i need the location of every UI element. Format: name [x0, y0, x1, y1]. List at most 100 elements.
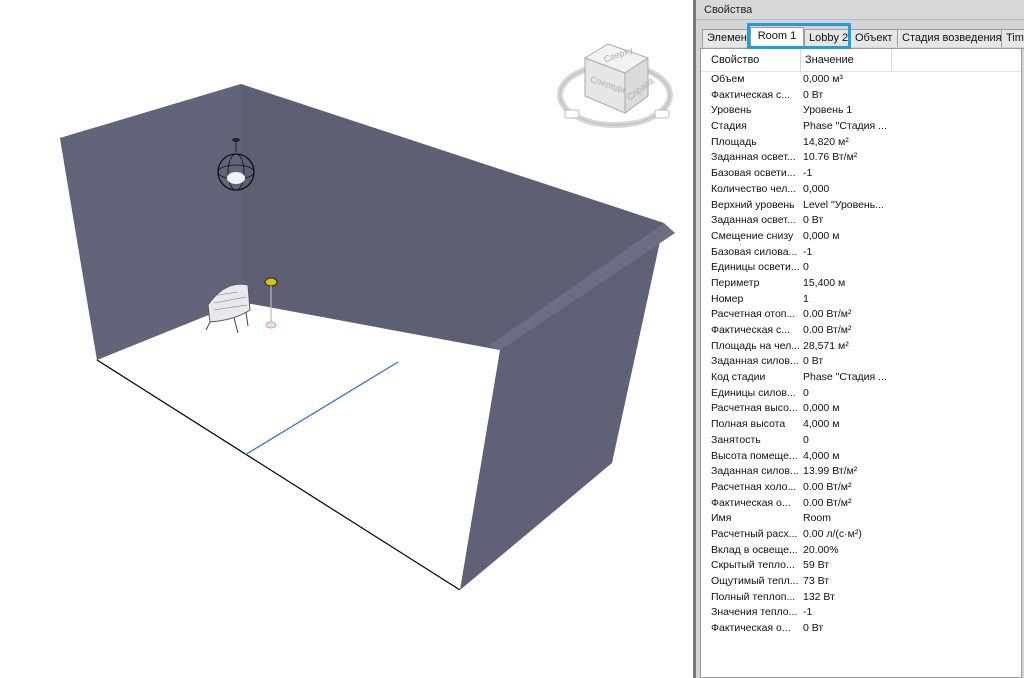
property-value[interactable]: 4,000 м: [803, 450, 891, 462]
property-value[interactable]: Phase "Стадия ...: [803, 371, 891, 383]
property-value[interactable]: 0: [803, 387, 891, 399]
property-value[interactable]: -1: [803, 606, 891, 618]
property-value[interactable]: 1: [803, 293, 891, 305]
property-value[interactable]: 0.00 Вт/м²: [803, 324, 891, 336]
property-row[interactable]: Занятость 0: [701, 434, 1021, 450]
property-row[interactable]: Расчетная холо... 0.00 Вт/м²: [701, 481, 1021, 497]
property-row[interactable]: Код стадии Phase "Стадия ...: [701, 371, 1021, 387]
property-row[interactable]: Фактическая о... 0.00 Вт/м²: [701, 497, 1021, 513]
tab-phase[interactable]: Стадия возведения: [897, 29, 1002, 47]
property-row[interactable]: Периметр 15,400 м: [701, 277, 1021, 293]
view-cube[interactable]: Сверху Спереди Справа: [557, 43, 673, 128]
property-row[interactable]: Площадь на чел... 28,571 м²: [701, 340, 1021, 356]
property-row[interactable]: Фактическая с... 0 Вт: [701, 89, 1021, 105]
property-row[interactable]: Количество чел... 0,000: [701, 183, 1021, 199]
property-row[interactable]: Расчетная отоп... 0.00 Вт/м²: [701, 308, 1021, 324]
property-value[interactable]: 0,000 м: [803, 230, 891, 242]
property-name: Полная высота: [711, 418, 786, 431]
column-separator[interactable]: [891, 49, 892, 71]
tab-lobby-2[interactable]: Lobby 2: [804, 29, 850, 47]
floor[interactable]: [97, 302, 500, 590]
property-row[interactable]: Скрытый тепло... 59 Вт: [701, 559, 1021, 575]
room-model-svg[interactable]: Сверху Спереди Справа: [0, 0, 693, 678]
property-row[interactable]: Фактическая с... 0.00 Вт/м²: [701, 324, 1021, 340]
3d-viewport[interactable]: Сверху Спереди Справа: [0, 0, 693, 678]
property-value[interactable]: 15,400 м: [803, 277, 891, 289]
property-value[interactable]: -1: [803, 167, 891, 179]
properties-grid[interactable]: Свойство Значение Объем 0,000 м³ Фактическ…: [700, 49, 1022, 678]
property-row[interactable]: Заданная силов... 13.99 Вт/м²: [701, 465, 1021, 481]
property-value[interactable]: 0.00 Вт/м²: [803, 481, 891, 493]
property-value[interactable]: Room: [803, 512, 891, 524]
panel-title: Свойства: [696, 0, 1024, 20]
property-name: Смещение снизу: [711, 229, 794, 242]
property-value[interactable]: 14,820 м²: [803, 136, 891, 148]
property-row[interactable]: Площадь 14,820 м²: [701, 136, 1021, 152]
property-row[interactable]: Вклад в освеще... 20.00%: [701, 544, 1021, 560]
property-value[interactable]: Phase "Стадия ...: [803, 120, 891, 132]
property-row[interactable]: Значения тепло... -1: [701, 606, 1021, 622]
property-row[interactable]: Объем 0,000 м³: [701, 73, 1021, 89]
property-value[interactable]: Уровень 1: [803, 104, 891, 116]
property-row[interactable]: Номер 1: [701, 293, 1021, 309]
property-value[interactable]: 0 Вт: [803, 622, 891, 634]
property-value[interactable]: 0,000 м³: [803, 73, 891, 85]
tab-time[interactable]: Time: [1001, 29, 1024, 47]
property-row[interactable]: Расчетный расх... 0.00 л/(с·м²): [701, 528, 1021, 544]
property-row[interactable]: Базовая силова... -1: [701, 246, 1021, 262]
property-name: Код стадии: [711, 371, 766, 384]
property-row[interactable]: Заданная освет... 0 Вт: [701, 214, 1021, 230]
property-row[interactable]: Верхний уровень Level "Уровень...: [701, 199, 1021, 215]
column-header-value[interactable]: Значение: [805, 54, 854, 66]
property-name: Единицы освети...: [711, 261, 799, 274]
tab-room-1[interactable]: Room 1: [750, 27, 804, 49]
property-row[interactable]: Полный теплоп... 132 Вт: [701, 591, 1021, 607]
property-row[interactable]: Смещение снизу 0,000 м: [701, 230, 1021, 246]
property-value[interactable]: 0 Вт: [803, 89, 891, 101]
property-name: Занятость: [711, 433, 761, 446]
property-row[interactable]: Фактическая о... 0 Вт: [701, 622, 1021, 638]
property-value[interactable]: 0.00 л/(с·м²): [803, 528, 891, 540]
property-value[interactable]: -1: [803, 246, 891, 258]
property-value[interactable]: 0 Вт: [803, 355, 891, 367]
property-name: Расчетный расх...: [711, 527, 798, 540]
tab-object[interactable]: Объект: [850, 29, 898, 47]
property-value[interactable]: 10.76 Вт/м²: [803, 151, 891, 163]
property-value[interactable]: 4,000 м: [803, 418, 891, 430]
property-row[interactable]: Стадия Phase "Стадия ...: [701, 120, 1021, 136]
property-value[interactable]: 0.00 Вт/м²: [803, 308, 891, 320]
property-value[interactable]: 73 Вт: [803, 575, 891, 587]
property-row[interactable]: Единицы освети... 0: [701, 261, 1021, 277]
tab-element[interactable]: Элемент: [702, 29, 748, 47]
property-name: Значения тепло...: [711, 606, 798, 619]
property-row[interactable]: Высота помеще... 4,000 м: [701, 450, 1021, 466]
property-value[interactable]: Level "Уровень...: [803, 199, 891, 211]
property-value[interactable]: 0 Вт: [803, 214, 891, 226]
property-row[interactable]: Уровень Уровень 1: [701, 104, 1021, 120]
property-row[interactable]: Заданная освет... 10.76 Вт/м²: [701, 151, 1021, 167]
property-value[interactable]: 28,571 м²: [803, 340, 891, 352]
property-value[interactable]: 0.00 Вт/м²: [803, 497, 891, 509]
property-value[interactable]: 0,000 м: [803, 402, 891, 414]
property-row[interactable]: Единицы силов... 0: [701, 387, 1021, 403]
property-name: Расчетная отоп...: [711, 308, 796, 321]
property-row[interactable]: Расчетная высо... 0,000 м: [701, 402, 1021, 418]
property-name: Фактическая о...: [711, 496, 791, 509]
property-row[interactable]: Заданная силов... 0 Вт: [701, 355, 1021, 371]
column-separator[interactable]: [800, 49, 801, 71]
property-row[interactable]: Полная высота 4,000 м: [701, 418, 1021, 434]
property-name: Высота помеще...: [711, 449, 798, 462]
property-value[interactable]: 59 Вт: [803, 559, 891, 571]
column-header-property[interactable]: Свойство: [711, 54, 759, 66]
property-value[interactable]: 20.00%: [803, 544, 891, 556]
property-value[interactable]: 0: [803, 434, 891, 446]
property-row[interactable]: Базовая освети... -1: [701, 167, 1021, 183]
property-row[interactable]: Имя Room: [701, 512, 1021, 528]
property-row[interactable]: Ощутимый тепл... 73 Вт: [701, 575, 1021, 591]
property-value[interactable]: 0,000: [803, 183, 891, 195]
property-name: Полный теплоп...: [711, 590, 796, 603]
property-value[interactable]: 13.99 Вт/м²: [803, 465, 891, 477]
property-value[interactable]: 0: [803, 261, 891, 273]
property-name: Расчетная холо...: [711, 480, 797, 493]
property-value[interactable]: 132 Вт: [803, 591, 891, 603]
